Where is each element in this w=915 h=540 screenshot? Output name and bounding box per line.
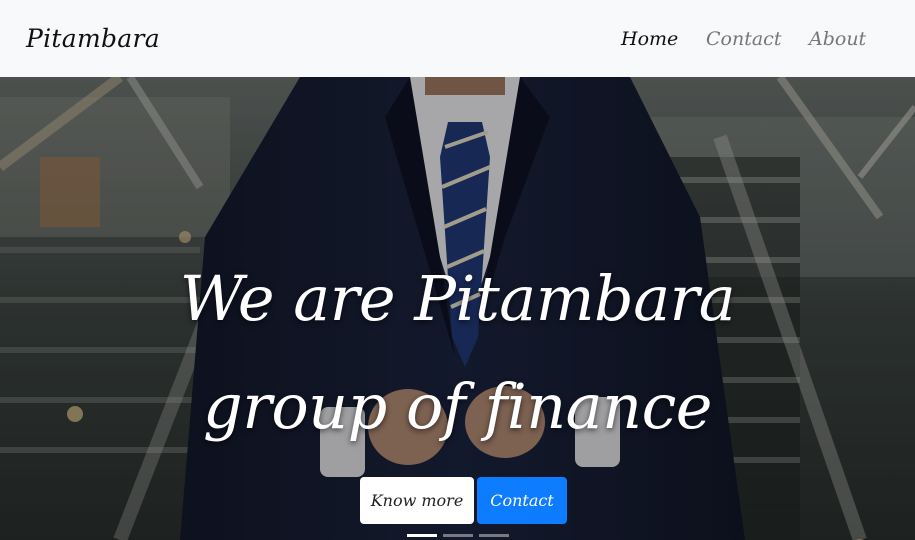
carousel-indicator-3[interactable] xyxy=(479,534,509,537)
navbar: Pitambara Home Contact About xyxy=(0,0,915,77)
nav-link-home[interactable]: Home xyxy=(621,28,678,50)
know-more-button[interactable]: Know more xyxy=(360,477,474,524)
hero-carousel: We are Pitambara group of finance Know m… xyxy=(0,77,915,540)
carousel-indicator-2[interactable] xyxy=(443,534,473,537)
nav-link-contact[interactable]: Contact xyxy=(706,28,781,50)
contact-button[interactable]: Contact xyxy=(477,477,567,524)
carousel-indicator-1[interactable] xyxy=(407,534,437,537)
brand-logo[interactable]: Pitambara xyxy=(26,24,160,53)
hero-headline-line2: group of finance xyxy=(203,370,712,443)
nav-link-about[interactable]: About xyxy=(809,28,866,50)
hero-headline: We are Pitambara group of finance xyxy=(0,245,915,461)
hero-headline-line1: We are Pitambara xyxy=(179,262,736,335)
